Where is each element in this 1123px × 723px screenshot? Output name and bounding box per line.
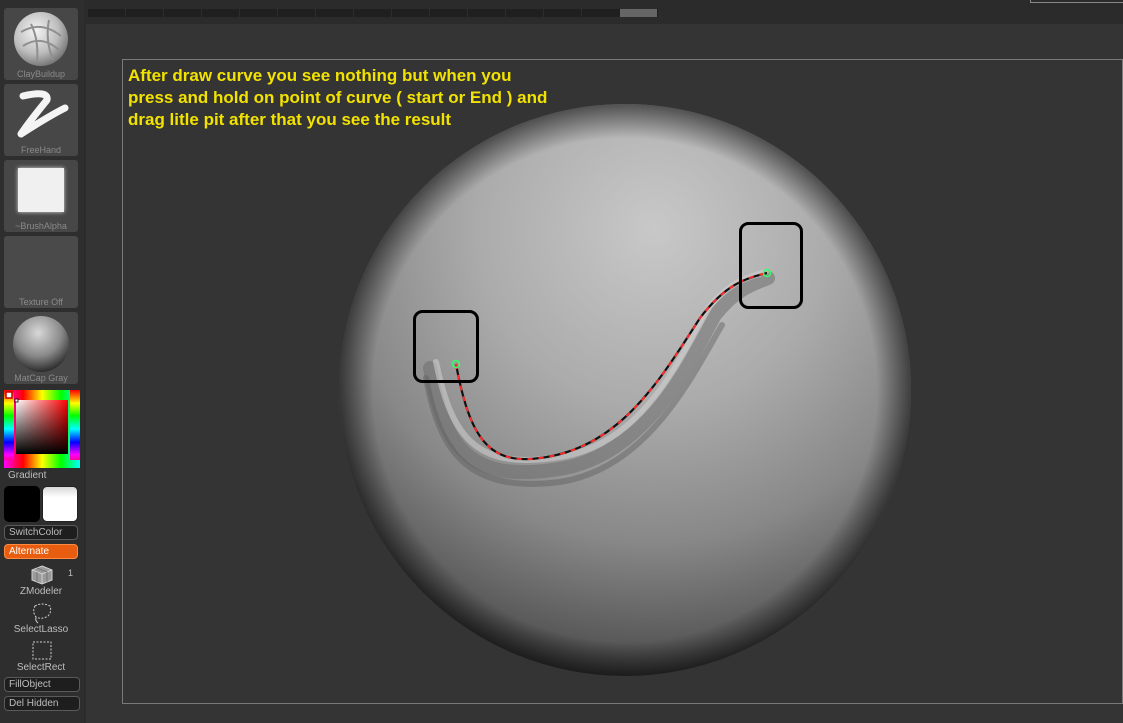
select-lasso-button[interactable]: SelectLasso xyxy=(4,602,78,638)
main-color-swatch[interactable] xyxy=(4,486,40,522)
texture-label: Texture Off xyxy=(19,297,63,307)
cube-icon xyxy=(31,565,53,585)
del-hidden-button[interactable]: Del Hidden xyxy=(4,696,80,711)
select-rect-button[interactable]: SelectRect xyxy=(4,640,78,676)
switch-color-button[interactable]: SwitchColor xyxy=(4,525,78,540)
brush-button[interactable]: ClayBuildup xyxy=(4,8,78,80)
stroke-button[interactable]: FreeHand xyxy=(4,84,78,156)
zmodeler-label: ZModeler xyxy=(19,586,63,597)
alpha-preview-icon xyxy=(18,168,64,212)
select-lasso-label: SelectLasso xyxy=(13,624,69,635)
matcap-sphere-icon xyxy=(13,316,69,372)
color-picker[interactable] xyxy=(4,390,80,468)
left-tray: ClayBuildup FreeHand ~BrushAlpha Texture… xyxy=(0,0,84,723)
alternate-button[interactable]: Alternate xyxy=(4,544,78,559)
alpha-button[interactable]: ~BrushAlpha xyxy=(4,160,78,232)
sphere-mesh[interactable] xyxy=(339,104,911,676)
stroke-label: FreeHand xyxy=(20,145,62,155)
zmodeler-count: 1 xyxy=(68,568,74,578)
material-button[interactable]: MatCap Gray xyxy=(4,312,78,384)
freehand-stroke-icon xyxy=(17,90,69,138)
clay-buildup-brush-icon xyxy=(14,12,68,66)
texture-button[interactable]: Texture Off xyxy=(4,236,78,308)
select-rect-label: SelectRect xyxy=(16,662,66,673)
secondary-color-swatch[interactable] xyxy=(42,486,78,522)
zbrush-window: After draw curve you see nothing but whe… xyxy=(0,0,1123,723)
fill-object-button[interactable]: FillObject xyxy=(4,677,80,692)
lasso-icon xyxy=(33,603,52,624)
alpha-label: ~BrushAlpha xyxy=(15,221,67,231)
select-rect-icon xyxy=(32,641,52,660)
brush-label: ClayBuildup xyxy=(16,69,66,79)
tutorial-annotation: After draw curve you see nothing but whe… xyxy=(128,66,548,129)
material-label: MatCap Gray xyxy=(14,373,68,383)
zmodeler-brush-button[interactable]: ZModeler xyxy=(4,564,78,600)
gradient-label[interactable]: Gradient xyxy=(8,470,46,481)
